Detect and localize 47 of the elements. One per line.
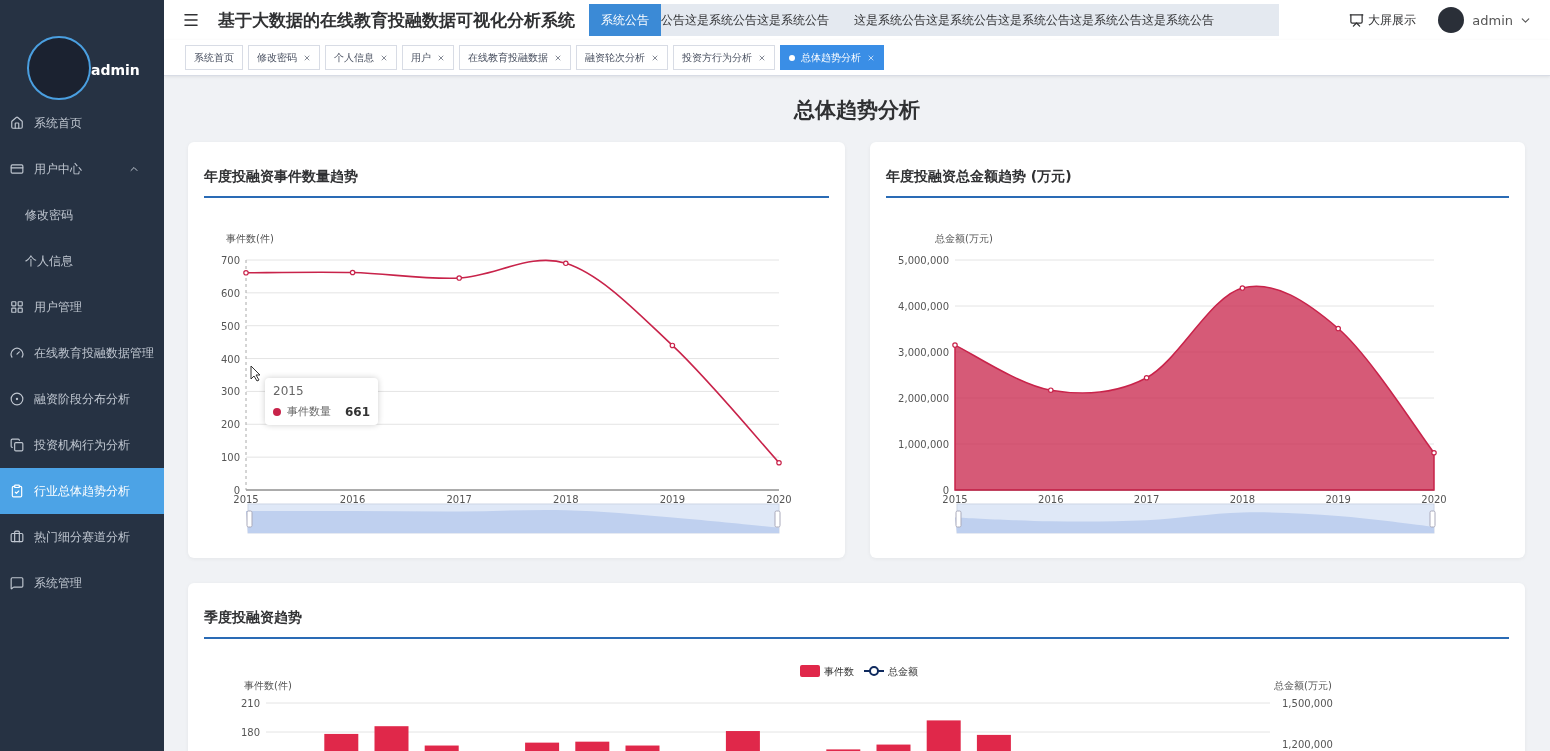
axis-label: 1,200,000 (1282, 739, 1333, 750)
axis-label: 0 (942, 485, 949, 496)
axis-label: 500 (220, 320, 240, 332)
axis-label: 2015 (942, 494, 968, 505)
card-title: 年度投融资总金额趋势 (万元) (886, 142, 1509, 198)
axis-label: 4,000,000 (898, 301, 949, 312)
axis-label: 210 (240, 698, 260, 709)
card-title: 季度投融资趋势 (204, 583, 1509, 639)
axis-label: 2017 (1133, 494, 1160, 505)
axis-title: 总金额(万元) (935, 233, 993, 244)
axis-label: 300 (220, 386, 240, 398)
axis-label: 2018 (1229, 494, 1256, 505)
tooltip-label: 事件数量 (287, 404, 331, 419)
axis-label: 3,000,000 (898, 347, 949, 358)
axis-label: 2019 (1325, 494, 1351, 505)
notice-text: 这是系统公告这是系统公告这是系统公告这是系统公告这是系统公告 (854, 11, 1214, 29)
tooltip-title: 2015 (273, 384, 305, 398)
axis-label: 1,000,000 (898, 439, 949, 450)
axis-label: 2020 (1421, 494, 1447, 505)
axis-label: 2016 (339, 494, 366, 505)
notice-text: 公告这是系统公告这是系统公告 (661, 11, 829, 29)
axis-label: 2017 (446, 494, 472, 505)
card-title: 年度投融资事件数量趋势 (204, 142, 829, 198)
axis-label: 0 (233, 485, 240, 496)
axis-title: 事件数(件) (244, 680, 292, 691)
axis-label: 700 (220, 255, 240, 266)
notice-label: 系统公告 (589, 4, 661, 36)
axis-label: 2016 (1038, 494, 1064, 505)
axis-label: 2015 (233, 494, 259, 505)
axis-label: 400 (220, 353, 240, 365)
axis-label: 5,000,000 (898, 255, 949, 266)
tooltip-value: 661 (344, 404, 370, 419)
axis-title: 事件数(件) (226, 233, 274, 244)
user-name: admin (91, 62, 140, 78)
axis-label: 2018 (553, 494, 579, 505)
axis-label: 2,000,000 (898, 393, 949, 404)
axis-title: 总金额(万元) (1274, 680, 1332, 691)
page-title: 总体趋势分析 (792, 97, 921, 124)
axis-label: 2020 (766, 494, 792, 505)
axis-label: 100 (220, 452, 240, 464)
axis-label: 200 (220, 419, 240, 431)
legend-label: 事件数 (824, 666, 854, 677)
axis-label: 180 (240, 727, 260, 738)
axis-label: 600 (220, 287, 240, 299)
axis-label: 2019 (659, 494, 686, 505)
axis-label: 1,500,000 (1282, 698, 1333, 709)
app-title: 基于大数据的在线教育投融数据可视化分析系统 (218, 8, 575, 32)
